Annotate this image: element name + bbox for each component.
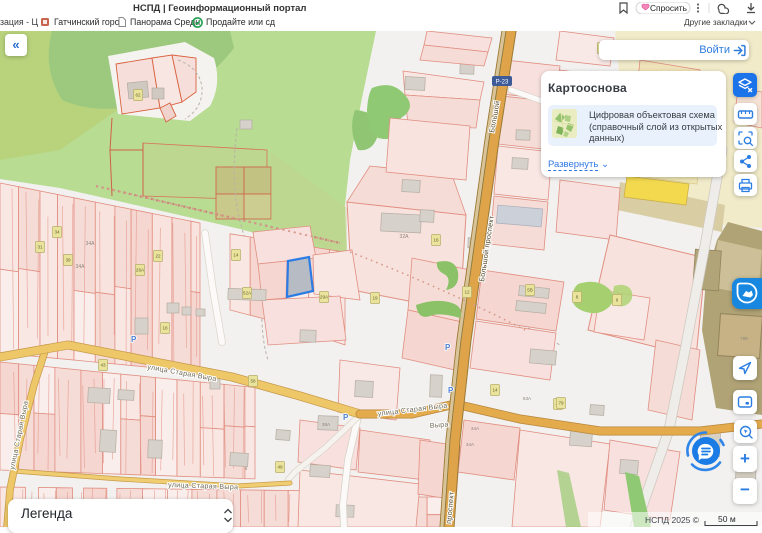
svg-text:14: 14	[233, 253, 239, 258]
svg-text:79: 79	[558, 401, 564, 406]
svg-text:16: 16	[433, 238, 439, 243]
svg-text:22: 22	[155, 254, 161, 259]
svg-text:Р: Р	[448, 386, 454, 395]
svg-text:34А: 34А	[466, 442, 475, 447]
svg-text:8: 8	[576, 295, 579, 300]
svg-text:34: 34	[54, 230, 60, 235]
svg-text:8: 8	[245, 466, 248, 471]
svg-text:39: 39	[65, 258, 71, 263]
svg-text:14: 14	[492, 388, 498, 393]
svg-text:Выра: Выра	[429, 420, 449, 430]
svg-text:26А: 26А	[136, 268, 145, 273]
svg-text:63А: 63А	[523, 396, 532, 401]
svg-text:Р: Р	[445, 343, 451, 352]
svg-text:Спросить: Спросить	[650, 3, 688, 13]
svg-text:Р: Р	[131, 335, 137, 344]
svg-text:34А: 34А	[471, 426, 480, 431]
svg-text:62: 62	[135, 93, 141, 98]
svg-text:49: 49	[277, 465, 283, 470]
svg-text:19: 19	[372, 296, 378, 301]
svg-text:32А: 32А	[400, 234, 410, 240]
svg-text:Р-23: Р-23	[496, 80, 509, 86]
svg-text:798: 798	[740, 336, 748, 341]
svg-text:34А: 34А	[86, 241, 96, 247]
svg-text:43: 43	[100, 363, 106, 368]
svg-text:12: 12	[464, 290, 470, 295]
svg-text:6: 6	[616, 298, 619, 303]
svg-text:29А: 29А	[320, 295, 329, 300]
svg-text:5В: 5В	[527, 288, 533, 293]
svg-text:34А: 34А	[76, 264, 86, 270]
svg-text:38А: 38А	[322, 422, 331, 427]
svg-text:52А: 52А	[243, 291, 252, 296]
svg-text:58: 58	[250, 379, 256, 384]
svg-text:Р: Р	[343, 413, 349, 422]
svg-text:18: 18	[162, 326, 168, 331]
svg-text:31: 31	[37, 245, 43, 250]
